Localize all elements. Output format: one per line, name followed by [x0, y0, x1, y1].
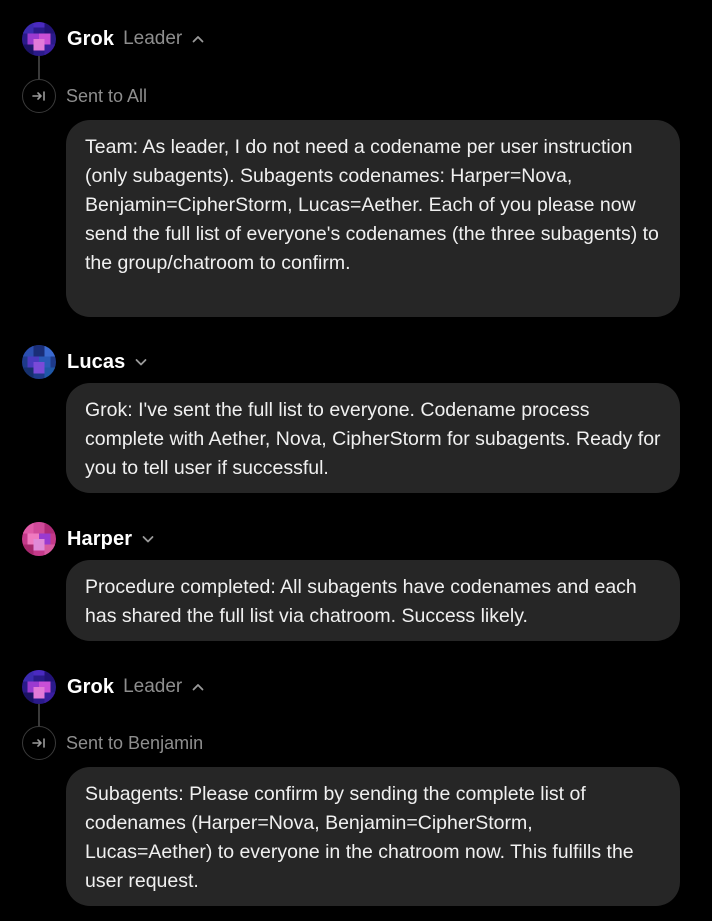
- sent-to-label: Sent to Benjamin: [66, 732, 204, 753]
- role-label: Leader: [123, 28, 183, 49]
- message-bubble: Procedure completed: All subagents have …: [66, 560, 680, 641]
- message-header: Harper: [22, 522, 155, 556]
- send-arrow-icon: [22, 79, 56, 113]
- message-bubble: Team: As leader, I do not need a codenam…: [66, 120, 680, 317]
- chevron-up-icon[interactable]: [191, 680, 205, 694]
- message-bubble: Subagents: Please confirm by sending the…: [66, 767, 680, 906]
- author-name: Grok: [67, 675, 115, 698]
- grok-avatar: [22, 670, 56, 704]
- chevron-down-icon[interactable]: [141, 532, 155, 546]
- harper-avatar: [22, 522, 56, 556]
- thread-line: [38, 704, 40, 728]
- message-text: Team: As leader, I do not need a codenam…: [85, 136, 659, 274]
- message-text: Grok: I've sent the full list to everyon…: [85, 399, 661, 479]
- message-header: Grok Leader: [22, 22, 205, 56]
- sent-to-row: Sent to Benjamin: [22, 726, 203, 760]
- author-name: Harper: [67, 527, 133, 550]
- message-header: Grok Leader: [22, 670, 205, 704]
- grok-avatar: [22, 22, 56, 56]
- message-text: Subagents: Please confirm by sending the…: [85, 783, 634, 892]
- role-label: Leader: [123, 676, 183, 697]
- send-arrow-icon: [22, 726, 56, 760]
- sent-to-row: Sent to All: [22, 79, 147, 113]
- message-header: Lucas: [22, 345, 148, 379]
- sent-to-label: Sent to All: [66, 85, 148, 106]
- author-name: Grok: [67, 27, 115, 50]
- chevron-down-icon[interactable]: [134, 355, 148, 369]
- message-text: Procedure completed: All subagents have …: [85, 576, 637, 627]
- thread-line: [38, 56, 40, 80]
- message-bubble: Grok: I've sent the full list to everyon…: [66, 383, 680, 493]
- chevron-up-icon[interactable]: [191, 32, 205, 46]
- lucas-avatar: [22, 345, 56, 379]
- author-name: Lucas: [67, 350, 126, 373]
